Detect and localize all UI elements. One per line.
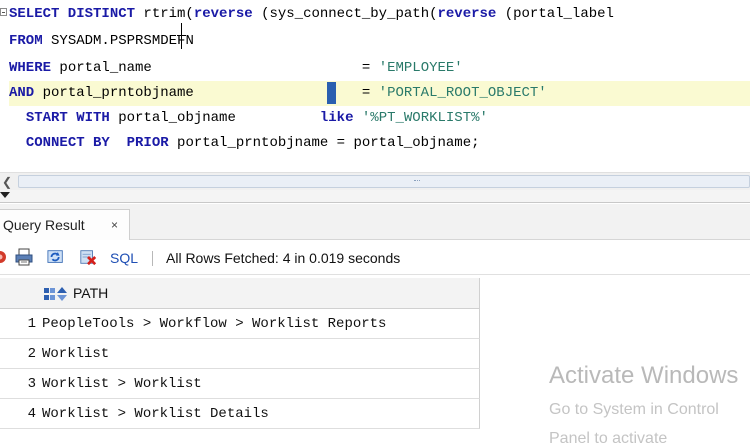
- table-row[interactable]: 1 PeopleTools > Workflow > Worklist Repo…: [0, 309, 480, 339]
- activation-watermark-subtitle-2: Panel to activate: [549, 430, 668, 444]
- row-number: 3: [27, 376, 36, 392]
- sql-keyword: reverse: [193, 6, 262, 22]
- pin-icon[interactable]: [0, 248, 9, 266]
- sql-text: (portal_label: [504, 6, 614, 22]
- sql-string: 'EMPLOYEE': [378, 60, 463, 76]
- row-number: 2: [27, 346, 36, 362]
- sql-link[interactable]: SQL: [110, 241, 138, 275]
- sql-line-4[interactable]: AND portal_prntobjname = 'PORTAL_ROOT_OB…: [9, 81, 750, 106]
- path-cell[interactable]: Worklist > Worklist: [42, 369, 202, 399]
- sql-text: (sys_connect_by_path(: [261, 6, 438, 22]
- sql-text: portal_name =: [59, 60, 379, 76]
- table-row[interactable]: 3 Worklist > Worklist: [0, 369, 480, 399]
- text-cursor-marker: [327, 82, 336, 104]
- sql-keyword: reverse: [437, 6, 505, 22]
- column-header-path[interactable]: PATH: [0, 278, 480, 309]
- sql-line-1[interactable]: SELECT DISTINCT rtrim(reverse (sys_conne…: [9, 2, 750, 27]
- result-toolbar: SQL All Rows Fetched: 4 in 0.019 seconds: [0, 241, 750, 275]
- table-row[interactable]: 2 Worklist: [0, 339, 480, 369]
- row-number: 1: [27, 316, 36, 332]
- sql-keyword: WHERE: [9, 60, 60, 76]
- sql-text: portal_objname: [118, 110, 320, 126]
- close-icon[interactable]: ×: [111, 210, 118, 240]
- sql-keyword: SELECT DISTINCT: [9, 6, 144, 22]
- path-cell[interactable]: Worklist > Worklist Details: [42, 399, 269, 429]
- row-number: 4: [27, 406, 36, 422]
- sort-icon[interactable]: [43, 286, 69, 302]
- fold-toggle-icon[interactable]: [0, 8, 7, 16]
- column-header-label: PATH: [73, 285, 109, 301]
- activation-watermark-subtitle: Go to System in Control: [549, 401, 719, 418]
- tab-label: Query Result: [3, 217, 85, 233]
- delete-icon[interactable]: [79, 248, 97, 266]
- sql-line-6[interactable]: CONNECT BY PRIOR portal_prntobjname = po…: [9, 131, 750, 156]
- sql-editor[interactable]: SELECT DISTINCT rtrim(reverse (sys_conne…: [0, 0, 750, 172]
- table-row[interactable]: 4 Worklist > Worklist Details: [0, 399, 480, 429]
- sql-string: 'PORTAL_ROOT_OBJECT': [378, 85, 547, 101]
- scroll-left-icon[interactable]: ❮: [2, 176, 16, 188]
- sql-text: rtrim(: [143, 6, 194, 22]
- panel-splitter[interactable]: [0, 190, 750, 203]
- activation-watermark-title: Activate Windows: [549, 362, 739, 389]
- tab-query-result[interactable]: Query Result ×: [0, 209, 130, 240]
- sql-keyword: AND: [9, 85, 43, 101]
- sql-text: portal_prntobjname = portal_objname;: [177, 135, 480, 151]
- refresh-icon[interactable]: [47, 248, 65, 266]
- editor-horizontal-scrollbar[interactable]: ❮: [0, 172, 750, 190]
- sql-string: '%PT_WORKLIST%': [361, 110, 488, 126]
- toolbar-divider: [152, 251, 153, 266]
- sql-keyword: like: [319, 110, 362, 126]
- ibeam-cursor-icon: [177, 23, 186, 49]
- path-cell[interactable]: PeopleTools > Workflow > Worklist Report…: [42, 309, 386, 339]
- sql-keyword: START WITH: [25, 110, 119, 126]
- sql-line-2[interactable]: FROM SYSADM.PSPRSMDEFN: [9, 29, 750, 54]
- sql-keyword: FROM: [9, 33, 52, 49]
- sql-line-3[interactable]: WHERE portal_name = 'EMPLOYEE': [9, 56, 750, 81]
- scrollbar-thumb[interactable]: [18, 175, 750, 188]
- fetch-status: All Rows Fetched: 4 in 0.019 seconds: [166, 250, 401, 266]
- path-cell[interactable]: Worklist: [42, 339, 109, 369]
- result-tab-bar: Query Result ×: [0, 204, 750, 240]
- collapse-triangle-icon[interactable]: [0, 192, 10, 198]
- sql-keyword: CONNECT BY PRIOR: [25, 135, 178, 151]
- sql-text: SYSADM.PSPRSMDEFN: [51, 33, 194, 49]
- sql-line-5[interactable]: START WITH portal_objname like '%PT_WORK…: [9, 106, 750, 131]
- print-icon[interactable]: [15, 248, 33, 266]
